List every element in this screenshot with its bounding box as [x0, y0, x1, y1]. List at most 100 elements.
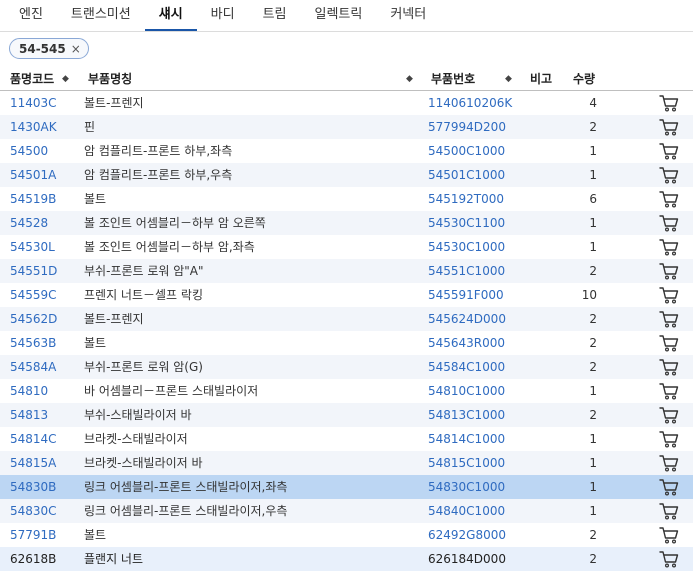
tab-2[interactable]: 섀시 — [144, 0, 197, 31]
part-name: 볼트 — [84, 336, 107, 350]
table-row[interactable]: 54584A 부쉬-프론트 로워 암(G) 54584C1000 2 — [0, 355, 693, 379]
part-code-link[interactable]: 54551D — [10, 259, 57, 283]
part-number-link[interactable]: 545624D000 — [428, 307, 506, 331]
cart-icon[interactable] — [659, 286, 679, 304]
part-code-link[interactable]: 54501A — [10, 163, 56, 187]
part-code-link[interactable]: 54500 — [10, 139, 48, 163]
part-code-link[interactable]: 54562D — [10, 307, 57, 331]
part-number-link[interactable]: 54813C1000 — [428, 403, 505, 427]
table-row[interactable]: 54551D 부쉬-프론트 로워 암"A" 54551C1000 2 — [0, 259, 693, 283]
cart-icon[interactable] — [659, 310, 679, 328]
cart-icon[interactable] — [659, 94, 679, 112]
part-number-link[interactable]: 54501C1000 — [428, 163, 505, 187]
table-row[interactable]: 54813 부쉬-스태빌라이저 바 54813C1000 2 — [0, 403, 693, 427]
cart-icon[interactable] — [659, 190, 679, 208]
part-quantity: 1 — [589, 384, 597, 398]
cart-icon[interactable] — [659, 238, 679, 256]
table-row[interactable]: 54500 암 컴플리트-프론트 하부,좌측 54500C1000 1 — [0, 139, 693, 163]
cart-icon[interactable] — [659, 406, 679, 424]
table-row[interactable]: 54830C 링크 어셈블리-프론트 스태빌라이저,우측 54840C1000 1 — [0, 499, 693, 523]
tab-0[interactable]: 엔진 — [0, 0, 57, 31]
part-code-link[interactable]: 1430AK — [10, 115, 57, 139]
tab-3[interactable]: 바디 — [197, 0, 249, 31]
column-header-part-no[interactable]: 부품번호 — [431, 68, 475, 90]
part-number-link[interactable]: 54840C1000 — [428, 499, 505, 523]
part-number-link[interactable]: 54530C1100 — [428, 211, 505, 235]
part-code-link[interactable]: 54813 — [10, 403, 48, 427]
close-icon[interactable]: × — [71, 42, 81, 56]
part-code-link[interactable]: 54830B — [10, 475, 56, 499]
tab-1[interactable]: 트랜스미션 — [57, 0, 145, 31]
table-row[interactable]: 54815A 브라켓-스태빌라이저 바 54815C1000 1 — [0, 451, 693, 475]
part-code-link[interactable]: 11403C — [10, 91, 57, 115]
tab-6[interactable]: 커넥터 — [376, 0, 440, 31]
cart-icon[interactable] — [659, 526, 679, 544]
part-name: 볼트 — [84, 528, 107, 542]
table-row[interactable]: 54814C 브라켓-스태빌라이저 54814C1000 1 — [0, 427, 693, 451]
part-code-link[interactable]: 54814C — [10, 427, 57, 451]
sort-icon[interactable]: ◆ — [62, 68, 69, 90]
part-number-link[interactable]: 62492G8000 — [428, 523, 506, 547]
part-number-link[interactable]: 545591F000 — [428, 283, 504, 307]
part-code-link[interactable]: 54830C — [10, 499, 57, 523]
column-header-name[interactable]: 부품명칭 — [88, 68, 132, 90]
cart-icon[interactable] — [659, 502, 679, 520]
table-row[interactable]: 54528 볼 조인트 어셈블리－하부 암 오른쪽 54530C1100 1 — [0, 211, 693, 235]
part-number-link[interactable]: 54530C1000 — [428, 235, 505, 259]
filter-chip[interactable]: 54-545 × — [9, 38, 89, 59]
table-row[interactable]: 54810 바 어셈블리－프론트 스태빌라이저 54810C1000 1 — [0, 379, 693, 403]
part-code-link[interactable]: 54563B — [10, 331, 56, 355]
part-code-link[interactable]: 54584A — [10, 355, 56, 379]
table-row[interactable]: 54519B 볼트 54519​2T000 6 — [0, 187, 693, 211]
part-code-link[interactable]: 57791B — [10, 523, 56, 547]
sort-icon[interactable]: ◆ — [505, 68, 512, 90]
cart-icon[interactable] — [659, 382, 679, 400]
table-row[interactable]: 57791B 볼트 62492G8000 2 — [0, 523, 693, 547]
table-row[interactable]: 54559C 프렌지 너트－셀프 락킹 545591F000 10 — [0, 283, 693, 307]
cart-icon[interactable] — [659, 358, 679, 376]
part-number-link[interactable]: 54551C1000 — [428, 259, 505, 283]
part-name: 암 컴플리트-프론트 하부,좌측 — [84, 144, 233, 158]
table-row[interactable]: 54530L 볼 조인트 어셈블리－하부 암,좌측 54530C1000 1 — [0, 235, 693, 259]
column-header-code[interactable]: 품명코드 — [10, 68, 54, 90]
part-code-link[interactable]: 54810 — [10, 379, 48, 403]
cart-icon[interactable] — [659, 430, 679, 448]
cart-icon[interactable] — [659, 262, 679, 280]
part-quantity: 1 — [589, 144, 597, 158]
part-number-link[interactable]: 54814C1000 — [428, 427, 505, 451]
cart-icon[interactable] — [659, 454, 679, 472]
part-number-link[interactable]: 577994D200 — [428, 115, 506, 139]
part-code-link[interactable]: 54528 — [10, 211, 48, 235]
table-row[interactable]: 1430AK 핀 577994D200 2 — [0, 115, 693, 139]
part-code-link[interactable]: 54815A — [10, 451, 56, 475]
part-number-link[interactable]: 54500C1000 — [428, 139, 505, 163]
tab-4[interactable]: 트림 — [249, 0, 301, 31]
part-number-link[interactable]: 1140610206K — [428, 91, 512, 115]
part-number-link[interactable]: 54584C1000 — [428, 355, 505, 379]
table-row[interactable]: 54562D 볼트-프렌지 545624D000 2 — [0, 307, 693, 331]
cart-icon[interactable] — [659, 550, 679, 568]
table-row[interactable]: 54830B 링크 어셈블리-프론트 스태빌라이저,좌측 54830C1000 1 — [0, 475, 693, 499]
sort-icon[interactable]: ◆ — [406, 68, 413, 90]
part-number-link[interactable]: 626184D000 — [428, 547, 506, 571]
part-code-link[interactable]: 62618B — [10, 547, 56, 571]
part-number-link[interactable]: 54519​2T000 — [428, 187, 504, 211]
cart-icon[interactable] — [659, 334, 679, 352]
table-row[interactable]: 11403C 볼트-프렌지 1140610206K 4 — [0, 91, 693, 115]
table-row[interactable]: 54501A 암 컴플리트-프론트 하부,우측 54501C1000 1 — [0, 163, 693, 187]
part-code-link[interactable]: 54519B — [10, 187, 56, 211]
table-row[interactable]: 54563B 볼트 545643R000 2 — [0, 331, 693, 355]
part-number-link[interactable]: 54810C1000 — [428, 379, 505, 403]
part-code-link[interactable]: 54530L — [10, 235, 55, 259]
tab-5[interactable]: 일렉트릭 — [301, 0, 377, 31]
table-row[interactable]: 62618B 플랜지 너트 626184D000 2 — [0, 547, 693, 571]
part-number-link[interactable]: 545643R000 — [428, 331, 505, 355]
part-code-link[interactable]: 54559C — [10, 283, 57, 307]
cart-icon[interactable] — [659, 214, 679, 232]
part-number-link[interactable]: 54830C1000 — [428, 475, 505, 499]
cart-icon[interactable] — [659, 142, 679, 160]
cart-icon[interactable] — [659, 118, 679, 136]
cart-icon[interactable] — [659, 166, 679, 184]
part-number-link[interactable]: 54815C1000 — [428, 451, 505, 475]
cart-icon[interactable] — [659, 478, 679, 496]
